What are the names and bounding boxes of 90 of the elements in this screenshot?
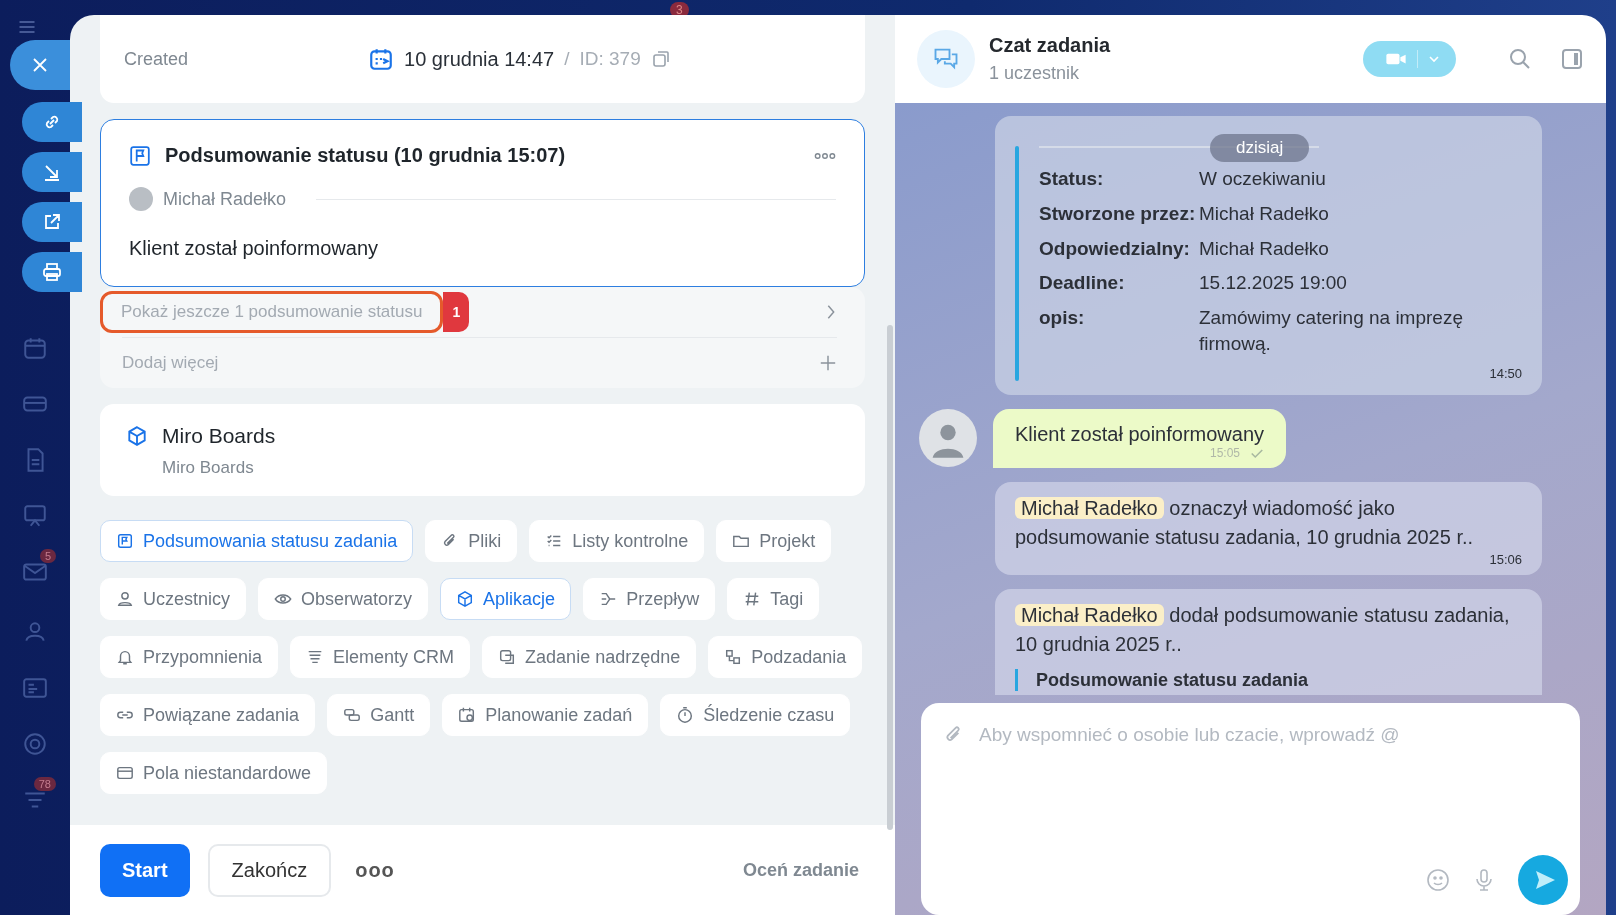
presentation-icon[interactable] xyxy=(22,503,48,529)
more-icon[interactable] xyxy=(814,151,836,160)
field-value: Michał Radełko xyxy=(1199,202,1330,227)
link-button[interactable] xyxy=(22,102,82,142)
section-chip[interactable]: Podzadania xyxy=(708,636,863,678)
search-icon[interactable] xyxy=(1508,47,1532,71)
message-time: 14:50 xyxy=(1489,366,1522,381)
smiley-icon[interactable] xyxy=(1426,868,1450,892)
printer-icon xyxy=(42,262,62,282)
external-button[interactable] xyxy=(22,202,82,242)
cube-icon xyxy=(126,425,148,447)
chevron-right-icon[interactable] xyxy=(825,303,837,321)
close-button[interactable] xyxy=(10,40,70,90)
calendar-icon[interactable] xyxy=(22,335,48,361)
section-chip[interactable]: Przypomnienia xyxy=(100,636,279,678)
external-link-icon xyxy=(42,212,62,232)
field-value: 15.12.2025 19:00 xyxy=(1199,271,1348,296)
scrollbar[interactable] xyxy=(887,325,893,830)
section-chip[interactable]: Podsumowania statusu zadania xyxy=(100,520,414,562)
field-label: Status: xyxy=(1039,167,1105,192)
section-chip[interactable]: Elementy CRM xyxy=(290,636,471,678)
date-pill: dzisiaj xyxy=(1210,134,1310,163)
section-chip[interactable]: Pola niestandardowe xyxy=(100,752,328,794)
field-value: Michał Radełko xyxy=(1199,236,1330,261)
contact-card-icon[interactable] xyxy=(22,675,48,701)
created-date: 10 grudnia 14:47 xyxy=(404,47,555,71)
section-chip[interactable]: Obserwatorzy xyxy=(258,578,429,620)
task-id: ID: 379 xyxy=(579,48,641,70)
created-label: Created xyxy=(124,48,189,70)
message-text: Michał Radełko oznaczył wiadomość jako podsumowanie statusu zadania, 10 grudnia 2025 r.. xyxy=(1015,496,1475,550)
summary-text: Klient został poinformowany xyxy=(129,237,379,260)
section-chip[interactable]: Zadanie nadrzędne xyxy=(482,636,697,678)
video-camera-icon xyxy=(1385,52,1407,66)
section-chip[interactable]: Śledzenie czasu xyxy=(660,694,851,736)
more-button[interactable]: ooo xyxy=(349,857,401,883)
chevron-down-icon xyxy=(1428,55,1440,63)
section-chip[interactable]: Listy kontrolne xyxy=(529,520,705,562)
section-chip[interactable]: Tagi xyxy=(727,578,820,620)
message-text: Michał Radełko dodał podsumowanie statusu zadania, 10 grudnia 2025 r.. xyxy=(1015,603,1511,657)
notification-badge: 5 xyxy=(39,549,56,563)
chat-title: Czat zadania xyxy=(989,34,1111,57)
app-title: Miro Boards xyxy=(162,424,276,448)
person-icon xyxy=(116,590,134,608)
section-chip[interactable]: Uczestnicy xyxy=(100,578,247,620)
message-time: 15:06 xyxy=(1489,552,1522,567)
field-value: Zamówimy catering na imprezę firmową. xyxy=(1199,305,1464,357)
rate-task-link[interactable]: Oceń zadanie xyxy=(736,858,865,882)
summary-title: Podsumowanie statusu (10 grudnia 15:07) xyxy=(165,144,567,167)
flag-icon xyxy=(129,144,151,167)
separator-slash: / xyxy=(564,48,570,70)
notification-badge: 78 xyxy=(33,777,56,791)
section-chip[interactable]: Projekt xyxy=(716,520,832,562)
video-call-button[interactable] xyxy=(1363,41,1456,77)
quoted-title: Podsumowanie statusu zadania xyxy=(1036,669,1309,691)
avatar xyxy=(129,187,153,211)
bell-icon xyxy=(116,648,134,666)
message-input-field[interactable]: Aby wspomnieć o osobie lub czacie, wprowadź @ xyxy=(977,723,1568,747)
finish-button[interactable]: Zakończ xyxy=(207,843,332,897)
field-label: Deadline: xyxy=(1039,271,1126,296)
field-label: opis: xyxy=(1039,305,1086,330)
send-button[interactable] xyxy=(1518,855,1568,905)
copy-icon[interactable] xyxy=(650,49,671,69)
callout-badge: 1 xyxy=(443,292,470,332)
field-label: Odpowiedzialny: xyxy=(1039,236,1191,261)
plus-icon[interactable] xyxy=(819,354,837,372)
cube-icon xyxy=(456,590,475,608)
calendar-icon xyxy=(368,46,395,72)
author-name: Michał Radełko xyxy=(163,188,287,210)
section-chip[interactable]: Aplikacje xyxy=(440,578,572,620)
print-button[interactable] xyxy=(22,252,82,292)
section-chip[interactable]: Planowanie zadań xyxy=(442,694,649,736)
timer-icon xyxy=(676,706,695,724)
message-text: Klient został poinformowany xyxy=(1015,423,1264,446)
target-icon[interactable] xyxy=(22,731,48,757)
gantt-icon xyxy=(343,706,362,724)
side-panel-icon[interactable] xyxy=(1560,47,1584,71)
section-chip[interactable]: Pliki xyxy=(425,520,518,562)
arrow-down-right-icon xyxy=(42,162,62,182)
participants-count: 1 uczestnik xyxy=(989,63,1081,84)
section-chip[interactable]: Przepływ xyxy=(583,578,716,620)
field-value: W oczekiwaniu xyxy=(1199,167,1327,192)
message-time: 15:05 xyxy=(1210,446,1240,460)
download-button[interactable] xyxy=(22,152,82,192)
field-label: Stworzone przez: xyxy=(1039,202,1197,227)
section-chip[interactable]: Powiązane zadania xyxy=(100,694,316,736)
send-icon xyxy=(1533,868,1557,892)
section-chip[interactable]: Gantt xyxy=(327,694,431,736)
app-subtitle: Miro Boards xyxy=(161,458,255,478)
calendar-icon xyxy=(458,706,477,724)
start-button[interactable]: Start xyxy=(100,843,190,897)
